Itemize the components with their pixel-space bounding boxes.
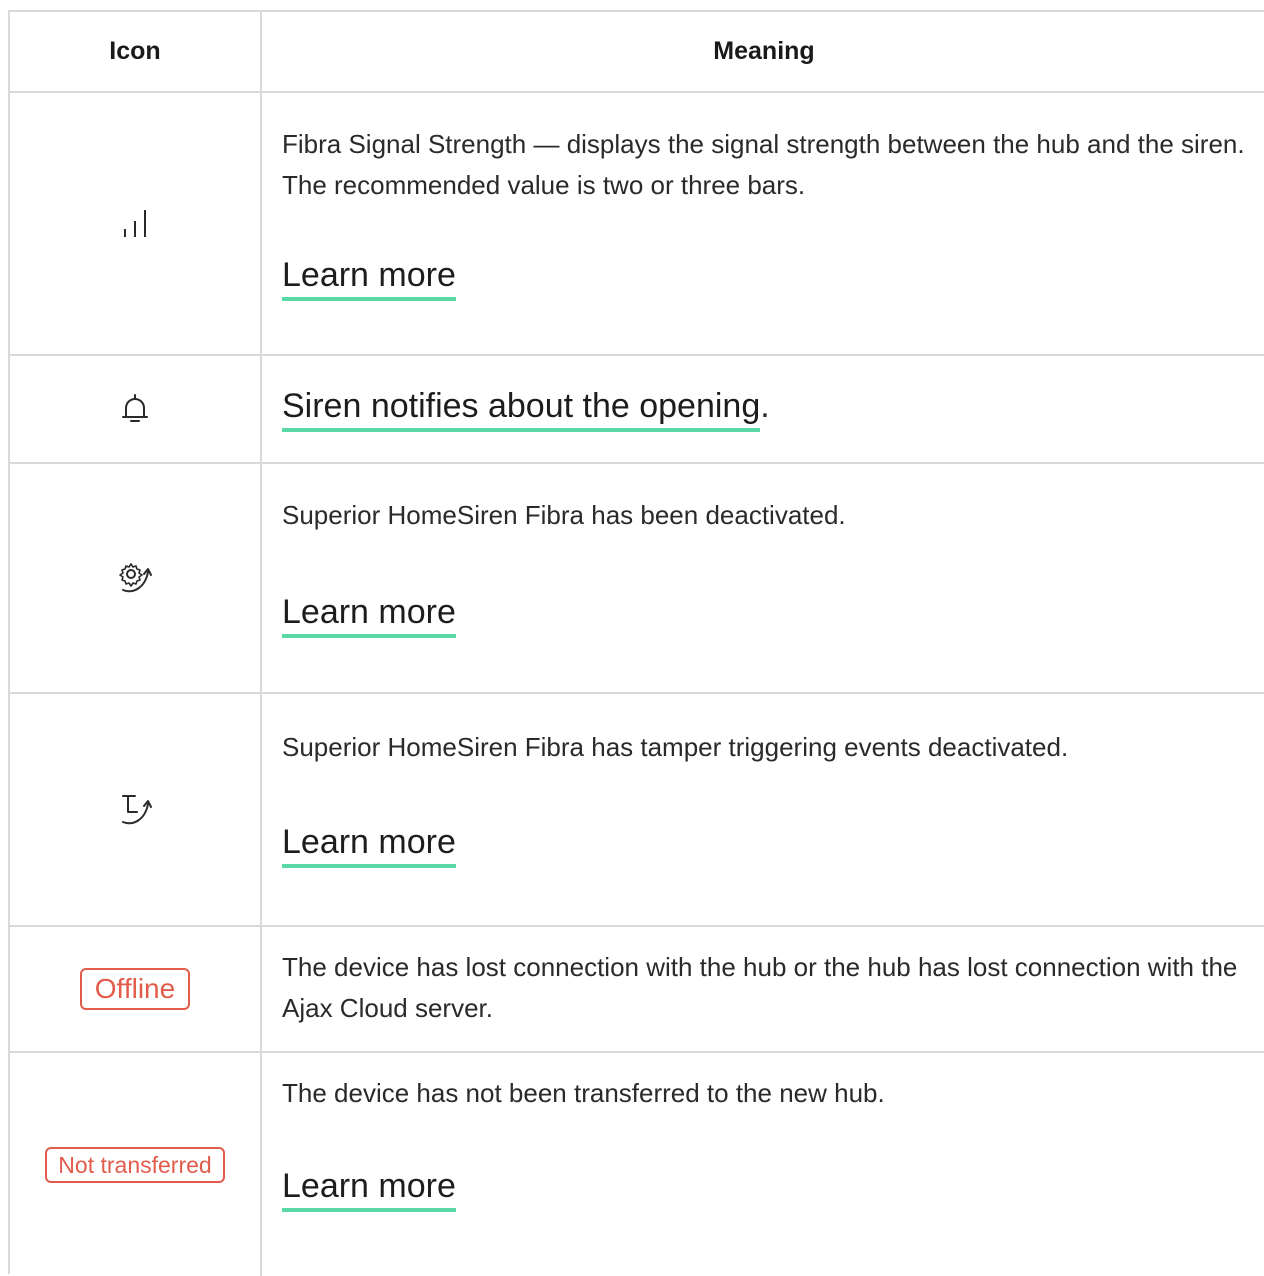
offline-badge: Offline [79, 968, 191, 1010]
icon-cell: Not transferred [10, 1053, 260, 1276]
table-row: Not transferred The device has not been … [10, 1053, 1264, 1276]
table-row: Fibra Signal Strength — displays the sig… [10, 93, 1264, 356]
meaning-cell: Superior HomeSiren Fibra has tamper trig… [282, 694, 1256, 925]
table-row: Siren notifies about the opening. [10, 356, 1264, 464]
table-header-row: Icon Meaning [10, 12, 1264, 93]
siren-notifies-link[interactable]: Siren notifies about the opening [282, 386, 761, 432]
header-icon: Icon [109, 37, 161, 65]
icons-table: Icon Meaning Fibra Signal Strength — dis… [8, 10, 1264, 1276]
bell-icon [117, 391, 153, 427]
meaning-cell: Fibra Signal Strength — displays the sig… [282, 93, 1256, 354]
meaning-cell: Siren notifies about the opening. [282, 356, 1256, 462]
meaning-cell: Superior HomeSiren Fibra has been deacti… [282, 464, 1256, 692]
row-description: Superior HomeSiren Fibra has tamper trig… [282, 732, 1069, 762]
tamper-arrow-icon [115, 790, 155, 830]
row-description: Fibra Signal Strength — displays the sig… [282, 129, 1245, 200]
header-icon-cell: Icon [10, 12, 260, 91]
row-description: Superior HomeSiren Fibra has been deacti… [282, 500, 846, 530]
icon-cell [10, 464, 260, 692]
learn-more-link[interactable]: Learn more [282, 822, 456, 868]
link-suffix: . [760, 387, 770, 425]
icon-cell [10, 356, 260, 462]
meaning-cell: The device has lost connection with the … [282, 927, 1256, 1051]
signal-bars-icon [115, 204, 155, 244]
header-meaning-cell: Meaning [262, 12, 1264, 91]
table-row: Offline The device has lost connection w… [10, 927, 1264, 1053]
meaning-cell: The device has not been transferred to t… [282, 1053, 1256, 1276]
row-description: The device has not been transferred to t… [282, 1078, 885, 1108]
header-meaning: Meaning [713, 37, 815, 65]
not-transferred-badge: Not transferred [45, 1146, 225, 1183]
learn-more-link[interactable]: Learn more [282, 1166, 456, 1212]
icon-cell: Offline [10, 927, 260, 1051]
row-description: The device has lost connection with the … [282, 952, 1238, 1023]
gear-arrow-icon [115, 558, 155, 598]
icon-cell [10, 694, 260, 925]
table-row: Superior HomeSiren Fibra has been deacti… [10, 464, 1264, 694]
learn-more-link[interactable]: Learn more [282, 592, 456, 638]
column-divider [260, 12, 262, 1276]
learn-more-link[interactable]: Learn more [282, 255, 456, 301]
table-row: Superior HomeSiren Fibra has tamper trig… [10, 694, 1264, 927]
icon-cell [10, 93, 260, 354]
